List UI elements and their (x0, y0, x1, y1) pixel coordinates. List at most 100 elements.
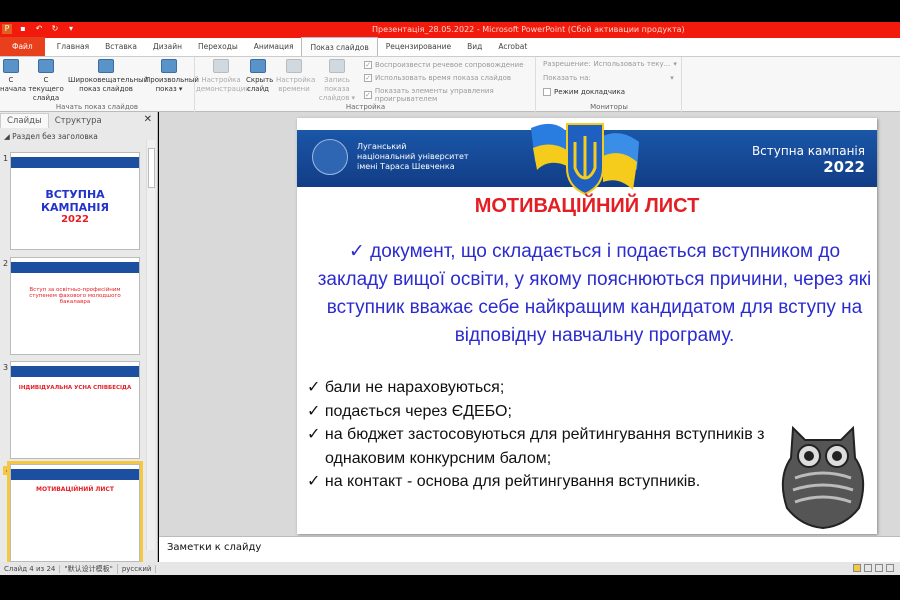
bullet-item: ✓ подається через ЄДЕБО; (307, 402, 512, 420)
label: Настройка времени (276, 76, 316, 93)
broadcast-button[interactable]: Широковещательный показ слайдов (68, 59, 148, 94)
bullet-item: ✓ бали не нараховуються; (307, 379, 505, 396)
label: Настройка демонстрации (196, 76, 250, 93)
tab-slide-show[interactable]: Показ слайдов (301, 37, 378, 56)
view-buttons (853, 564, 894, 572)
tab-view[interactable]: Вид (459, 37, 490, 56)
hide-slide-button[interactable]: Скрыть слайд (246, 59, 273, 94)
from-beginning-button[interactable]: С начала (0, 59, 26, 94)
ribbon-tabs: Файл Главная Вставка Дизайн Переходы Ани… (0, 37, 900, 57)
tab-transitions[interactable]: Переходы (190, 37, 246, 56)
owl-icon (781, 425, 865, 530)
bullet-item: ✓ на контакт - основа для рейтингування … (307, 473, 701, 490)
projector-icon (3, 59, 19, 73)
ukraine-flag-coat-of-arms-icon (531, 123, 639, 196)
group-setup: Настройка демонстрации Скрыть слайд Наст… (196, 57, 536, 112)
ribbon: С начала С текущего слайда Широковещател… (0, 57, 900, 112)
uni-line: імені Тараса Шевченка (357, 162, 455, 171)
slide-thumbnail-3[interactable]: ІНДИВІДУАЛЬНА УСНА СПІВБЕСІДА (10, 361, 140, 459)
tab-file[interactable]: Файл (0, 37, 45, 56)
record-show-button[interactable]: Запись показа слайдов ▾ (312, 59, 362, 103)
setup-show-button[interactable]: Настройка демонстрации (196, 59, 250, 94)
thumb-title: ІНДИВІДУАЛЬНА УСНА СПІВБЕСІДА (18, 385, 132, 391)
uni-line: національний університет (357, 152, 469, 161)
title-bar: P ▪ ↶ ↻ ▾ Презентація_28.05.2022 - Micro… (0, 22, 900, 38)
label: Широковещательный показ слайдов (68, 76, 149, 93)
group-label: Начать показ слайдов (55, 103, 139, 111)
redo-icon[interactable]: ↻ (50, 24, 60, 34)
tab-animation[interactable]: Анимация (246, 37, 302, 56)
checkbox-presenter-view[interactable]: Режим докладчика (543, 88, 625, 96)
close-icon[interactable]: ✕ (144, 114, 152, 125)
university-seal-logo (312, 139, 348, 175)
label: Показать элементы управления проигрывате… (374, 87, 494, 103)
value: Использовать теку... (593, 60, 671, 68)
checkbox-narration[interactable]: ✓ Воспроизвести речевое сопровождение (364, 61, 524, 69)
slide-canvas[interactable]: Луганський національний університет імен… (297, 118, 877, 534)
label: Использовать время показа слайдов (375, 74, 512, 82)
setup-icon (213, 59, 229, 73)
label: С текущего слайда (28, 76, 64, 102)
show-on-select[interactable]: Показать на: ▾ (543, 74, 674, 82)
rehearse-timings-button[interactable]: Настройка времени (276, 59, 316, 94)
language-indicator[interactable]: русский (118, 564, 157, 573)
slide-title: МОТИВАЦІЙНИЙ ЛИСТ (474, 195, 700, 217)
powerpoint-icon: P (2, 24, 12, 34)
label: Режим докладчика (554, 88, 626, 96)
slide-thumbnail-4[interactable]: МОТИВАЦІЙНИЙ ЛИСТ (7, 461, 143, 565)
resolution-select[interactable]: Разрешение: Использовать теку... ▾ (543, 60, 677, 68)
label: Воспроизвести речевое сопровождение (375, 61, 524, 69)
window-title: Презентація_28.05.2022 - Microsoft Power… (372, 25, 685, 34)
bullet-item: ✓ на бюджет застосовуються для рейтингув… (307, 426, 765, 467)
group-label: Мониторы (590, 103, 628, 111)
slideshow-view-icon[interactable] (886, 564, 894, 572)
tab-outline[interactable]: Структура (49, 114, 108, 128)
panel-scrollbar[interactable] (146, 140, 155, 550)
university-name: Луганський національний університет імен… (357, 142, 469, 172)
tab-slides[interactable]: Слайды (0, 113, 49, 128)
projector-icon (38, 59, 54, 73)
thumb-number: 1 (3, 154, 9, 163)
uni-line: Луганський (357, 142, 407, 151)
checkbox-use-timings[interactable]: ✓ Использовать время показа слайдов (364, 74, 511, 82)
thumb-title: ВСТУПНА КАМПАНІЯ (41, 188, 109, 214)
quick-access-toolbar: P ▪ ↶ ↻ ▾ (2, 24, 76, 34)
campaign-year: 2022 (823, 158, 865, 176)
tab-design[interactable]: Дизайн (145, 37, 190, 56)
label: Разрешение: (543, 60, 591, 68)
tab-review[interactable]: Рецензирование (378, 37, 459, 56)
tab-insert[interactable]: Вставка (97, 37, 145, 56)
theme-name[interactable]: "默认设计模板" (60, 563, 118, 574)
thumb-number: 3 (3, 363, 9, 372)
thumb-number: 2 (3, 259, 9, 268)
campaign-text: Вступна кампанія (751, 144, 865, 158)
save-icon[interactable]: ▪ (18, 24, 28, 34)
thumb-title: Вступ за освітньо-професійним ступенем ф… (29, 287, 121, 305)
notes-input[interactable]: Заметки к слайду (159, 536, 900, 562)
undo-icon[interactable]: ↶ (34, 24, 44, 34)
checkbox-media-controls[interactable]: ✓ Показать элементы управления проигрыват… (364, 87, 535, 103)
record-icon (329, 59, 345, 73)
slide-thumbnail-1[interactable]: ВСТУПНА КАМПАНІЯ 2022 (10, 152, 140, 250)
section-label: Раздел без заголовка (12, 132, 98, 141)
custom-show-icon (161, 59, 177, 73)
section-header[interactable]: ◢ Раздел без заголовка (0, 128, 157, 145)
slide-thumbnail-2[interactable]: Вступ за освітньо-професійним ступенем ф… (10, 257, 140, 355)
label: Показать на: (543, 74, 591, 82)
group-label: Настройка (345, 103, 386, 111)
customize-icon[interactable]: ▾ (66, 24, 76, 34)
normal-view-icon[interactable] (853, 564, 861, 572)
slide-sorter-icon[interactable] (864, 564, 872, 572)
hide-slide-icon (250, 59, 266, 73)
tab-acrobat[interactable]: Acrobat (490, 37, 535, 56)
timer-icon (286, 59, 302, 73)
reading-view-icon[interactable] (875, 564, 883, 572)
custom-show-button[interactable]: Произвольный показ ▾ (145, 59, 199, 94)
label: С начала (0, 76, 27, 93)
status-bar: Слайд 4 из 24 "默认设计模板" русский (0, 562, 900, 575)
from-current-button[interactable]: С текущего слайда (26, 59, 66, 103)
campaign-label: Вступна кампанія 2022 (752, 144, 865, 176)
label: Произвольный показ ▾ (145, 76, 199, 93)
slides-panel: Слайды Структура ✕ ◢ Раздел без заголовк… (0, 112, 158, 565)
tab-home[interactable]: Главная (49, 37, 97, 56)
